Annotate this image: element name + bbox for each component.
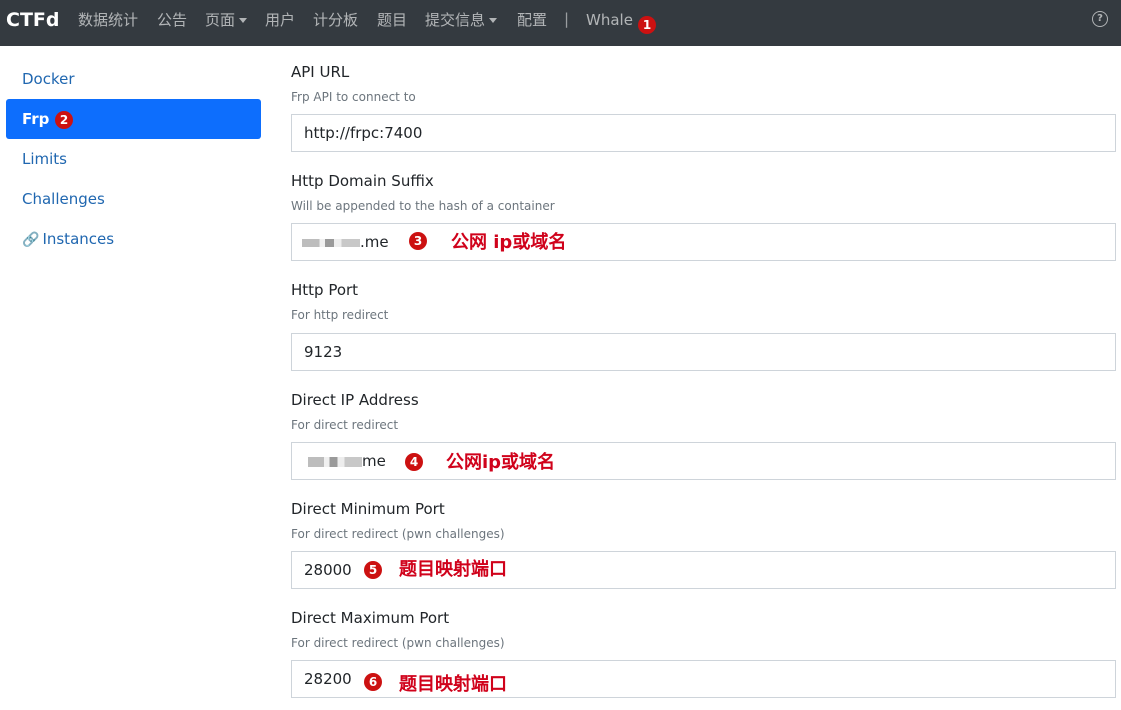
nav-separator: |: [564, 10, 570, 28]
sidebar-item-limits[interactable]: Limits: [6, 139, 261, 179]
sidebar-item-instances[interactable]: 🔗 Instances: [6, 219, 261, 259]
sidebar-item-label: Instances: [42, 230, 115, 248]
chevron-down-icon: [489, 18, 498, 23]
annotation-badge-1: 1: [638, 16, 656, 34]
annotation-badge-6: 6: [364, 673, 382, 691]
direct-ip-label: Direct IP Address: [291, 391, 419, 409]
http-domain-suffix-help: Will be appended to the hash of a contai…: [291, 199, 555, 213]
nav-config[interactable]: 配置: [517, 10, 547, 30]
http-port-input[interactable]: 9123: [291, 333, 1116, 371]
redacted-value: [302, 238, 360, 247]
question-circle-icon[interactable]: ?: [1092, 11, 1108, 27]
brand-logo[interactable]: CTFd: [6, 8, 59, 32]
redacted-value: [308, 456, 362, 467]
nav-scoreboard[interactable]: 计分板: [313, 10, 358, 30]
http-domain-suffix-value: .me: [360, 233, 389, 251]
annotation-badge-3: 3: [409, 232, 427, 250]
nav-challenges[interactable]: 题目: [377, 10, 407, 30]
annotation-badge-2: 2: [55, 111, 73, 129]
sidebar-item-frp[interactable]: Frp: [6, 99, 261, 139]
top-navbar: CTFd 数据统计 公告 页面 用户 计分板 题目 提交信息 配置 | Whal…: [0, 0, 1121, 46]
nav-users[interactable]: 用户: [265, 10, 295, 30]
annotation-badge-4: 4: [405, 453, 423, 471]
nav-pages-label: 页面: [205, 11, 236, 29]
nav-submissions[interactable]: 提交信息: [425, 10, 498, 30]
sidebar-item-challenges[interactable]: Challenges: [6, 179, 261, 219]
annotation-note-challenge-port: 题目映射端口: [399, 559, 507, 580]
nav-submissions-label: 提交信息: [425, 11, 486, 29]
nav-announcements[interactable]: 公告: [157, 10, 187, 30]
nav-statistics[interactable]: 数据统计: [78, 10, 138, 30]
chevron-down-icon: [239, 18, 248, 23]
http-port-label: Http Port: [291, 281, 359, 299]
api-url-help: Frp API to connect to: [291, 90, 416, 104]
direct-max-port-help: For direct redirect (pwn challenges): [291, 636, 505, 650]
link-icon: 🔗: [22, 232, 40, 248]
annotation-badge-5: 5: [364, 561, 382, 579]
http-domain-suffix-label: Http Domain Suffix: [291, 172, 434, 190]
api-url-label: API URL: [291, 63, 350, 81]
annotation-note-public-ip: 公网 ip或域名: [451, 232, 567, 253]
sidebar-item-docker[interactable]: Docker: [6, 59, 261, 99]
sidebar-item-label: Frp: [22, 110, 50, 128]
http-port-help: For http redirect: [291, 308, 389, 322]
direct-max-port-label: Direct Maximum Port: [291, 609, 450, 627]
nav-pages[interactable]: 页面: [205, 10, 248, 30]
direct-min-port-label: Direct Minimum Port: [291, 500, 445, 518]
nav-whale[interactable]: Whale: [586, 10, 633, 30]
api-url-input[interactable]: http://frpc:7400: [291, 114, 1116, 152]
direct-ip-help: For direct redirect: [291, 418, 399, 432]
direct-min-port-help: For direct redirect (pwn challenges): [291, 527, 505, 541]
annotation-note-public-ip: 公网ip或域名: [446, 452, 556, 473]
annotation-note-challenge-port: 题目映射端口: [399, 674, 507, 695]
direct-ip-value: me: [362, 452, 386, 470]
